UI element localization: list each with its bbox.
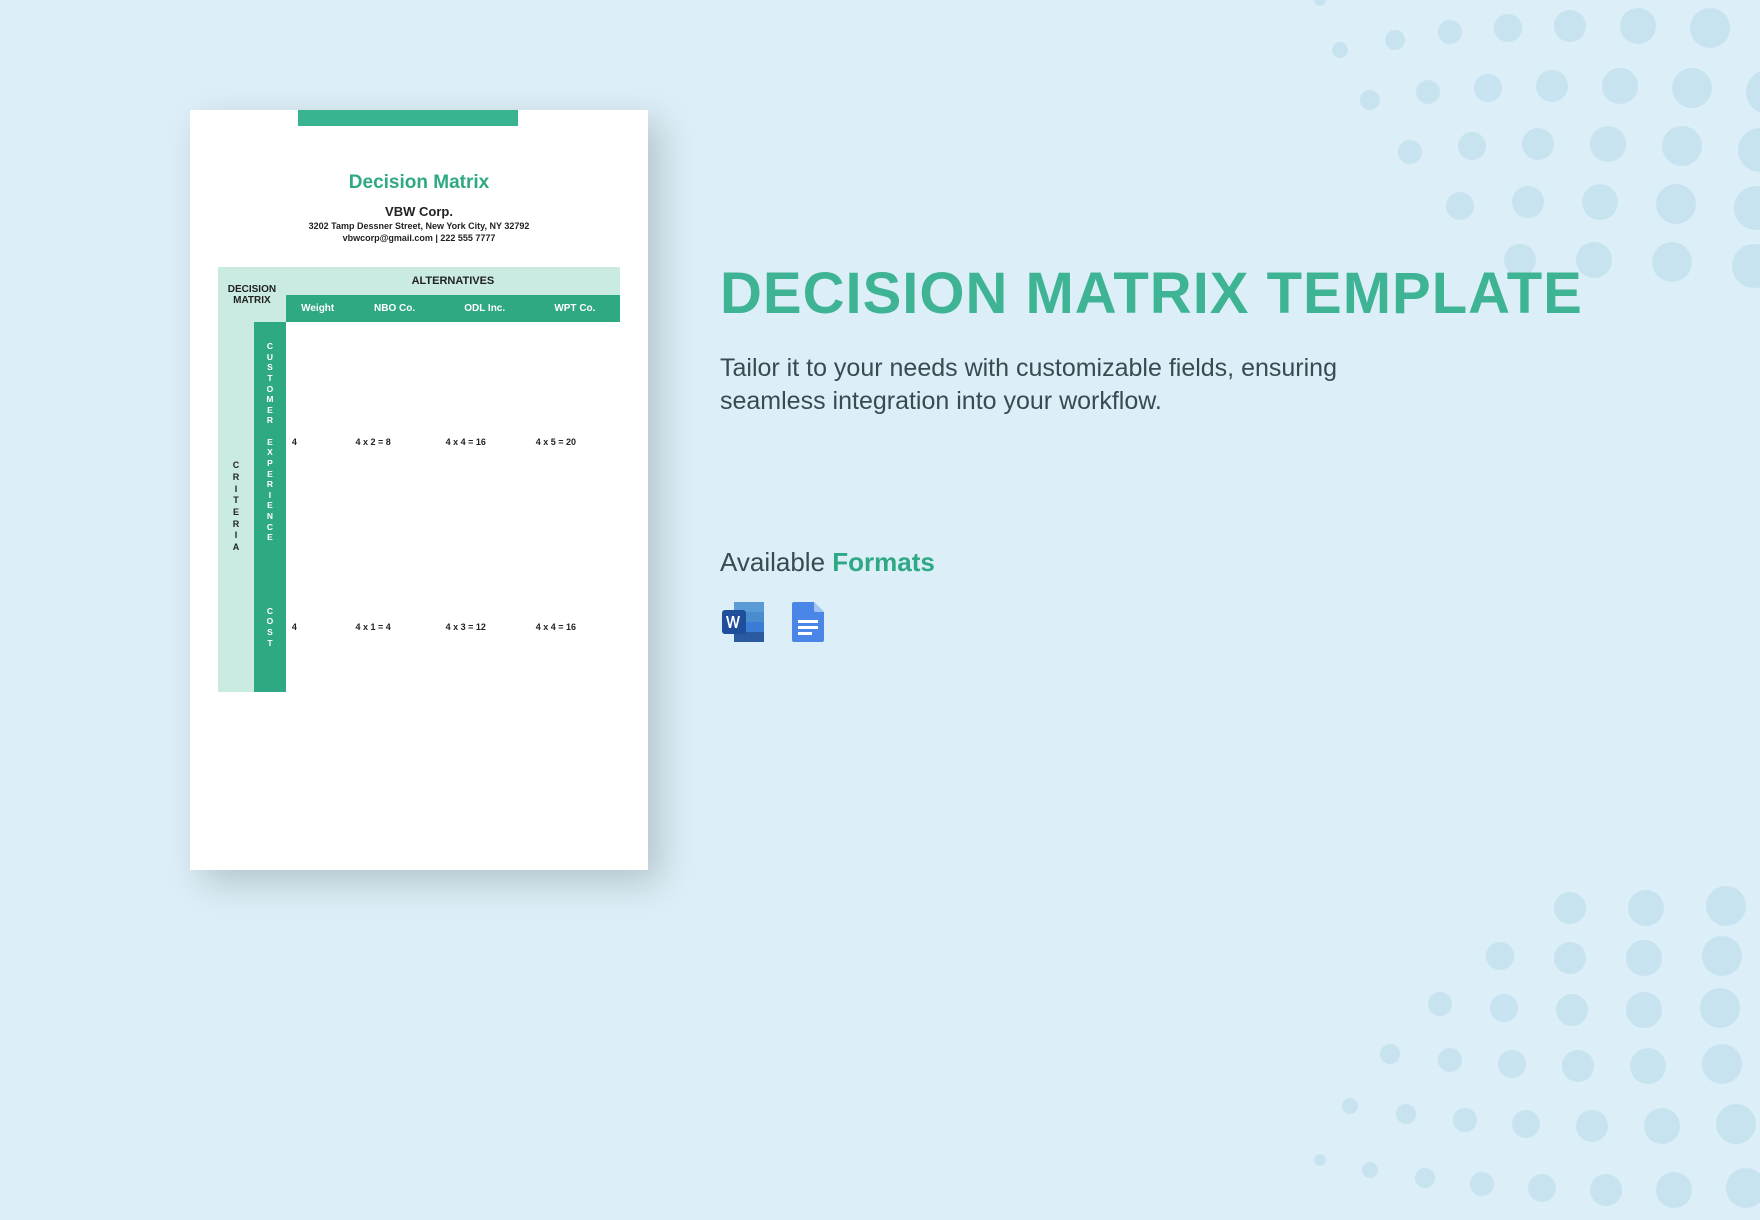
cell-alt1-0: 4 x 2 = 8 bbox=[349, 322, 439, 562]
header-alt3: WPT Co. bbox=[530, 295, 620, 322]
cell-weight-0: 4 bbox=[286, 322, 350, 562]
ms-word-icon[interactable] bbox=[720, 598, 768, 646]
info-panel: DECISION MATRIX TEMPLATE Tailor it to yo… bbox=[720, 260, 1680, 646]
formats-label-accent: Formats bbox=[832, 547, 935, 577]
cell-weight-1: 4 bbox=[286, 562, 350, 692]
header-alternatives: ALTERNATIVES bbox=[286, 267, 620, 295]
header-alt1: NBO Co. bbox=[349, 295, 439, 322]
cell-alt2-1: 4 x 3 = 12 bbox=[440, 562, 530, 692]
template-description: Tailor it to your needs with customizabl… bbox=[720, 352, 1360, 417]
company-name: VBW Corp. bbox=[190, 204, 648, 219]
header-decision-matrix: DECISIONMATRIX bbox=[218, 267, 286, 322]
company-contact: vbwcorp@gmail.com | 222 555 7777 bbox=[190, 233, 648, 243]
cell-alt3-0: 4 x 5 = 20 bbox=[530, 322, 620, 562]
criteria-row-name-0: CUSTOMER EXPERIENCE bbox=[254, 322, 286, 562]
company-address: 3202 Tamp Dessner Street, New York City,… bbox=[190, 221, 648, 231]
document-title: Decision Matrix bbox=[190, 172, 648, 194]
header-weight: Weight bbox=[286, 295, 350, 322]
formats-section: Available Formats bbox=[720, 547, 1680, 646]
header-alt2: ODL Inc. bbox=[440, 295, 530, 322]
cell-alt2-0: 4 x 4 = 16 bbox=[440, 322, 530, 562]
cell-alt1-1: 4 x 1 = 4 bbox=[349, 562, 439, 692]
formats-label: Available Formats bbox=[720, 547, 1680, 578]
formats-label-plain: Available bbox=[720, 547, 832, 577]
cell-alt3-1: 4 x 4 = 16 bbox=[530, 562, 620, 692]
template-title: DECISION MATRIX TEMPLATE bbox=[720, 260, 1680, 328]
decorative-dots-bottom-right bbox=[1220, 800, 1760, 1220]
criteria-row-name-1: COST bbox=[254, 562, 286, 692]
criteria-axis-label: CRITERIA bbox=[218, 322, 254, 692]
google-docs-icon[interactable] bbox=[784, 598, 832, 646]
matrix-table-container: DECISIONMATRIX ALTERNATIVES Weight NBO C… bbox=[218, 267, 620, 692]
decision-matrix-table: DECISIONMATRIX ALTERNATIVES Weight NBO C… bbox=[218, 267, 620, 692]
document-accent-bar bbox=[298, 110, 518, 126]
document-preview: Decision Matrix VBW Corp. 3202 Tamp Dess… bbox=[190, 110, 648, 870]
